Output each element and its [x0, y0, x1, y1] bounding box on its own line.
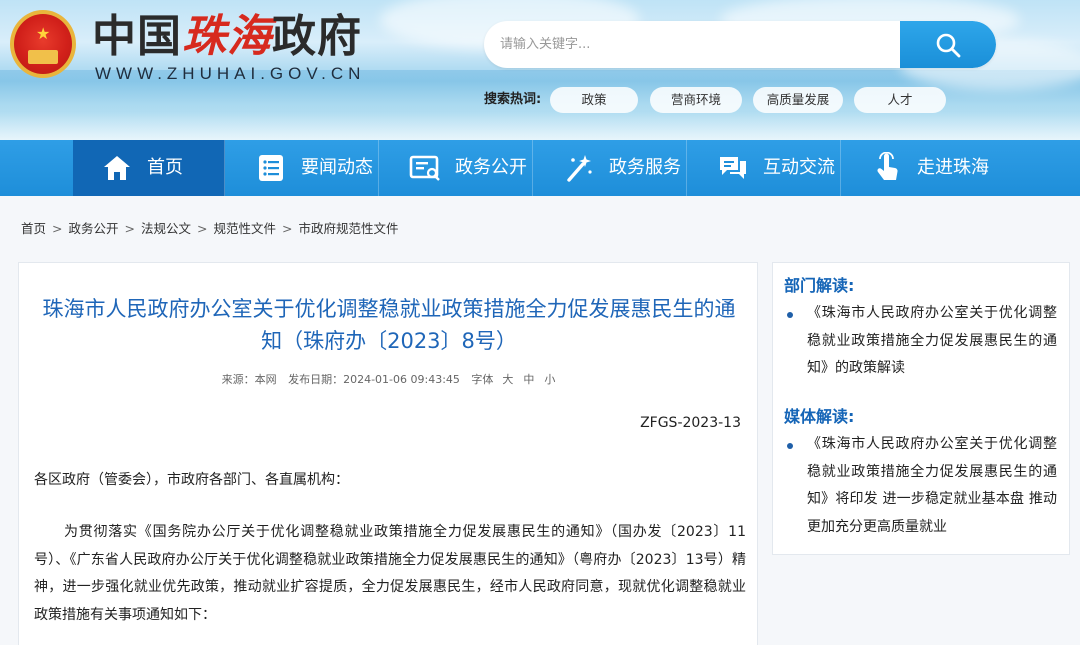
nav-label: 政务公开	[455, 157, 527, 178]
nav-label: 政务服务	[609, 157, 681, 178]
breadcrumb-link[interactable]: 规范性文件	[214, 221, 277, 236]
font-size-label: 字体	[471, 373, 494, 386]
article-source: 来源：本网	[221, 373, 277, 386]
service-wand-icon	[567, 155, 592, 182]
news-list-icon	[259, 155, 283, 181]
nav-item-interaction[interactable]: 互动交流	[689, 140, 841, 196]
nav-label: 互动交流	[763, 157, 835, 178]
nav-item-about-zhuhai[interactable]: 走进珠海	[843, 140, 995, 196]
nav-item-gov-services[interactable]: 政务服务	[535, 140, 687, 196]
nav-item-home[interactable]: 首页	[73, 140, 225, 196]
hot-search-label: 搜索热词:	[484, 92, 542, 107]
tap-hand-icon	[877, 152, 898, 180]
site-title-part2: 珠海	[182, 11, 272, 62]
breadcrumb-link[interactable]: 市政府规范性文件	[299, 221, 399, 236]
site-title[interactable]: 中国珠海政府	[92, 12, 362, 62]
dept-interpretation-link[interactable]: 《珠海市人民政府办公室关于优化调整稳就业政策措施全力促发展惠民生的通知》的政策解…	[787, 300, 1057, 383]
dept-interpretation-text: 《珠海市人民政府办公室关于优化调整稳就业政策措施全力促发展惠民生的通知》的政策解…	[807, 305, 1057, 376]
search-button[interactable]	[900, 21, 996, 68]
hot-tag[interactable]: 高质量发展	[753, 87, 843, 113]
hot-tag[interactable]: 人才	[854, 87, 946, 113]
article-title: 珠海市人民政府办公室关于优化调整稳就业政策措施全力促发展惠民生的通知（珠府办〔2…	[42, 297, 736, 353]
font-size-large-button[interactable]: 大	[502, 373, 513, 386]
bullet-icon	[787, 312, 793, 318]
site-url: WWW.ZHUHAI.GOV.CN	[95, 64, 366, 83]
hot-tag[interactable]: 营商环境	[650, 87, 742, 113]
nav-item-gov-affairs[interactable]: 政务公开	[381, 140, 533, 196]
bullet-icon	[787, 443, 793, 449]
document-number: ZFGS-2023-13	[640, 415, 741, 431]
article-panel: 珠海市人民政府办公室关于优化调整稳就业政策措施全力促发展惠民生的通知（珠府办〔2…	[18, 262, 758, 645]
article-paragraph: 为贯彻落实《国务院办公厅关于优化调整稳就业政策措施全力促发展惠民生的通知》（国办…	[34, 524, 746, 623]
national-emblem-logo[interactable]: ★	[10, 10, 76, 78]
nav-label: 要闻动态	[301, 157, 373, 178]
nav-label: 走进珠海	[917, 157, 989, 178]
article-date: 发布日期：2024-01-06 09:43:45	[288, 373, 460, 386]
search-input[interactable]	[500, 21, 890, 68]
site-title-part1: 中国	[92, 11, 182, 62]
document-icon	[409, 155, 440, 181]
media-interpretation-heading: 媒体解读:	[784, 407, 855, 426]
breadcrumb: 首页 > 政务公开 > 法规公文 > 规范性文件 > 市政府规范性文件	[21, 221, 399, 236]
chat-icon	[720, 157, 746, 179]
hot-tag[interactable]: 政策	[550, 87, 638, 113]
breadcrumb-link[interactable]: 首页	[21, 221, 46, 236]
home-icon	[104, 156, 130, 180]
main-nav: 首页 要闻动态 政务公开 政务服务 互动交流 走进珠海	[0, 140, 1080, 196]
font-size-medium-button[interactable]: 中	[523, 373, 534, 386]
article-salutation: 各区政府（管委会），市政府各部门、各直属机构：	[34, 472, 349, 488]
media-interpretation-text: 《珠海市人民政府办公室关于优化调整稳就业政策措施全力促发展惠民生的通知》将印发 …	[807, 436, 1057, 535]
media-interpretation-link[interactable]: 《珠海市人民政府办公室关于优化调整稳就业政策措施全力促发展惠民生的通知》将印发 …	[787, 431, 1057, 541]
nav-item-news[interactable]: 要闻动态	[227, 140, 379, 196]
interpretation-sidebar: 部门解读: 《珠海市人民政府办公室关于优化调整稳就业政策措施全力促发展惠民生的通…	[772, 262, 1070, 555]
search-icon	[936, 33, 961, 58]
nav-label: 首页	[147, 157, 183, 178]
emblem-gate-icon	[28, 50, 58, 64]
article-meta: 来源：本网 发布日期：2024-01-06 09:43:45 字体大中小	[19, 372, 759, 388]
site-title-part3: 政府	[272, 11, 362, 62]
font-size-small-button[interactable]: 小	[544, 373, 555, 386]
dept-interpretation-heading: 部门解读:	[784, 276, 855, 295]
site-header: ★ 中国珠海政府 WWW.ZHUHAI.GOV.CN 搜索热词: 政策 营商环境…	[0, 0, 1080, 140]
emblem-star-icon: ★	[36, 24, 51, 43]
breadcrumb-link[interactable]: 政务公开	[69, 221, 119, 236]
breadcrumb-link[interactable]: 法规公文	[141, 221, 191, 236]
search-box	[484, 21, 996, 68]
